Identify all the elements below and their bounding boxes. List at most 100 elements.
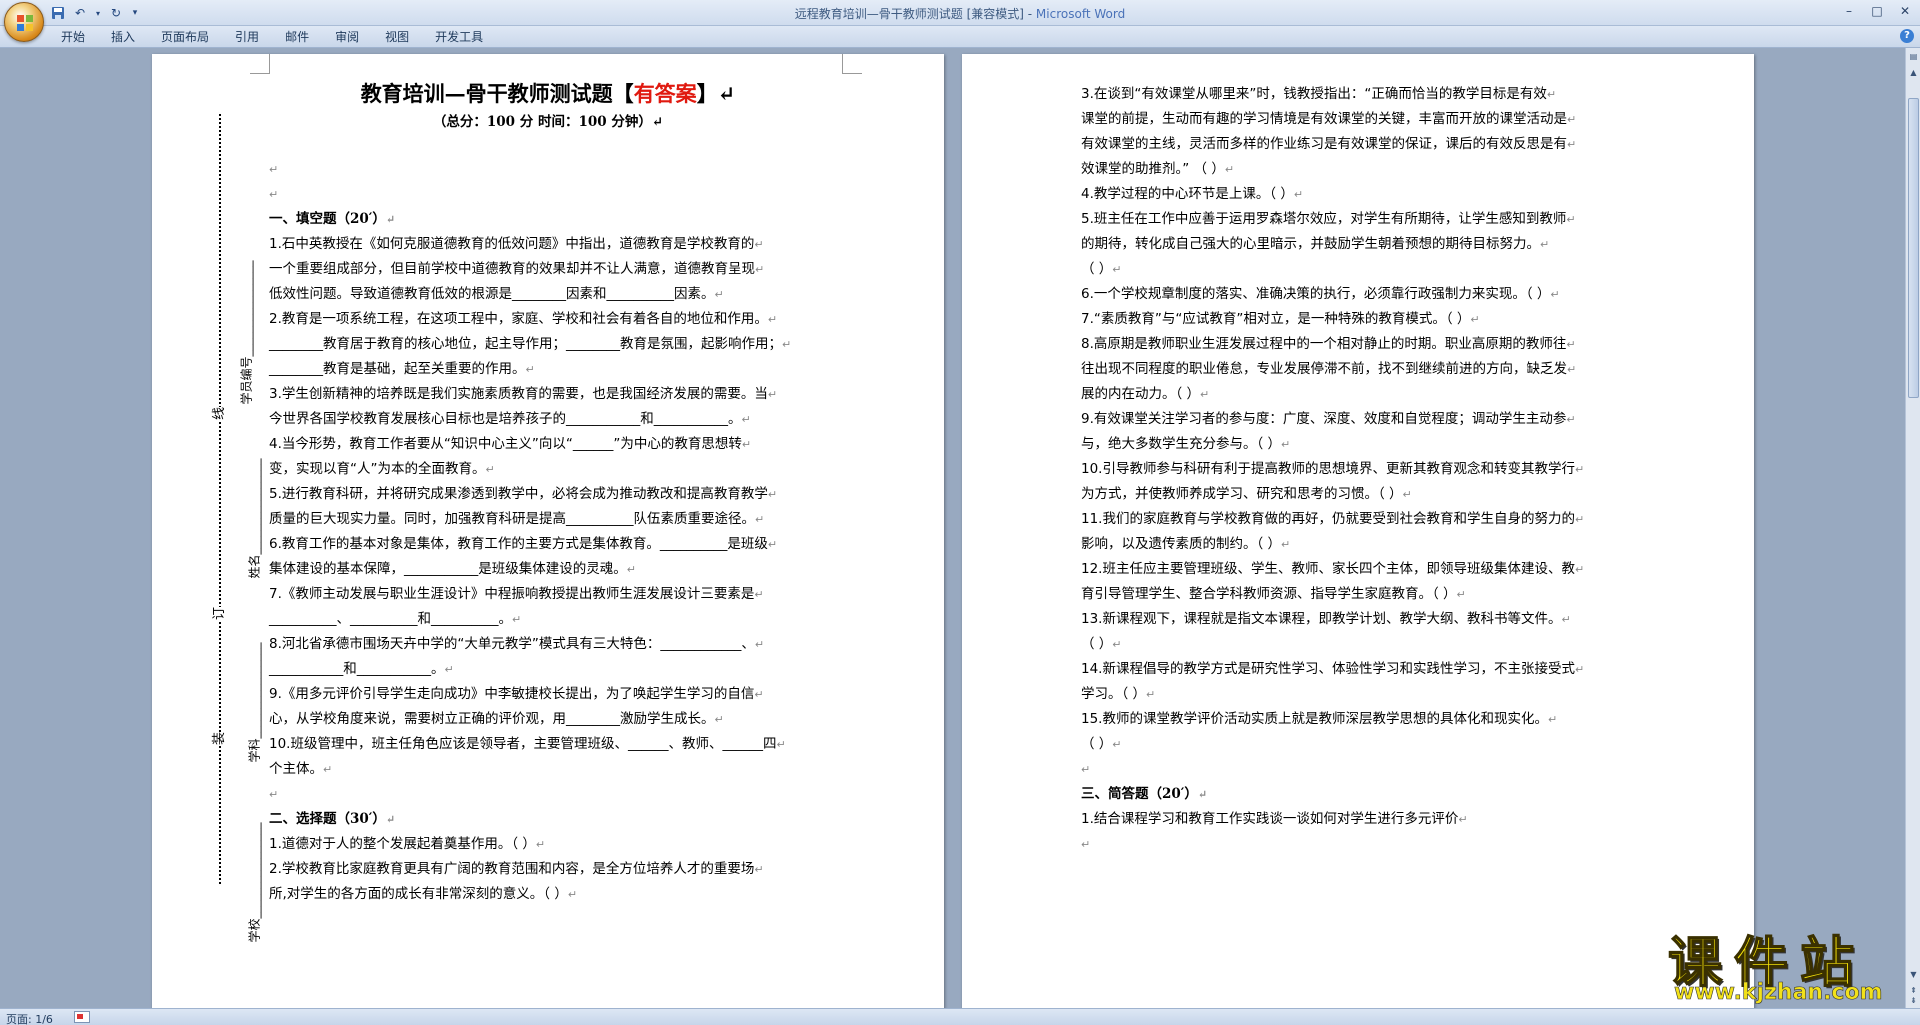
binding-margin: 学员编号________________ 姓名________________ …: [152, 114, 262, 943]
paragraph-mark-icon: ↵: [626, 563, 636, 576]
paragraph: （ ）↵: [1081, 257, 1675, 282]
page-1-body[interactable]: ↵ ↵ 一、填空题（20′）↵ 1.石中英教授在《如何克服道德教育的低效问题》中指出，…: [269, 157, 863, 907]
window-title: 远程教育培训—骨干教师测试题 [兼容模式] - Microsoft Word: [0, 5, 1920, 22]
paragraph-text: 一个重要组成部分，但目前学校中道德教育的效果却并不让人满意，道德教育呈现: [269, 261, 755, 277]
paragraph-text: 三、简答题（20′）: [1081, 786, 1198, 802]
paragraph-mark-icon: ↵: [567, 888, 578, 901]
paragraph: ↵: [269, 182, 863, 207]
paragraph-text: 变，实现以育“人”为本的全面教育。: [269, 461, 486, 477]
paragraph-mark-icon: ↵: [269, 188, 279, 201]
paragraph-mark-icon: ↵: [1281, 538, 1291, 551]
paragraph: 与，绝大多数学生充分参与。（ ）↵: [1081, 432, 1675, 457]
paragraph-text: 与，绝大多数学生充分参与。（ ）: [1081, 436, 1282, 452]
tab-home[interactable]: 开始: [48, 29, 98, 45]
paragraph: __________、__________和__________。↵: [269, 607, 863, 632]
ruler-toggle-icon[interactable]: ▤: [1907, 50, 1920, 64]
paragraph-text: ________教育居于教育的核心地位，起主导作用；________教育是氛围，…: [269, 336, 782, 352]
paragraph-text: 6.教育工作的基本对象是集体，教育工作的主要方式是集体教育。__________…: [269, 536, 768, 552]
paragraph: 10.引导教师参与科研有利于提高教师的思想境界、更新其教育观念和转变其教学行↵: [1081, 457, 1675, 482]
paragraph-mark-icon: ↵: [1146, 688, 1156, 701]
paragraph: ___________和___________。↵: [269, 657, 863, 682]
paragraph-mark-icon: ↵: [651, 114, 664, 130]
paragraph-mark-icon: ↵: [385, 213, 396, 226]
paragraph: 7.“素质教育”与“应试教育”相对立，是一种特殊的教育模式。（ ）↵: [1081, 307, 1675, 332]
paragraph: 2.学校教育比家庭教育更具有广阔的教育范围和内容，是全方位培养人才的重要场↵: [269, 857, 863, 882]
page-1[interactable]: 教育培训—骨干教师测试题【有答案】↵ （总分：100 分 时间：100 分钟）↵…: [152, 54, 944, 1008]
paragraph-text: 个主体。: [269, 761, 323, 777]
paragraph-mark-icon: ↵: [1547, 713, 1558, 726]
paragraph: 今世界各国学校教育发展核心目标也是培养孩子的___________和______…: [269, 407, 863, 432]
paragraph-mark-icon: ↵: [755, 263, 765, 276]
paragraph: 低效性问题。导致道德教育低效的根源是________因素和__________因…: [269, 282, 863, 307]
paragraph-mark-icon: ↵: [782, 338, 792, 351]
tab-page-layout[interactable]: 页面布局: [148, 29, 222, 45]
paragraph-mark-icon: ↵: [754, 238, 764, 251]
tab-review[interactable]: 审阅: [322, 29, 372, 45]
tab-insert[interactable]: 插入: [98, 29, 148, 45]
binding-line: [219, 114, 221, 884]
paragraph-text: （ ）: [1081, 736, 1113, 752]
binding-label-text: 姓名: [247, 554, 262, 579]
binding-char-line: 线: [208, 406, 228, 421]
help-icon[interactable]: ?: [1900, 29, 1914, 43]
status-bar: 页面: 1/6: [0, 1008, 1920, 1025]
paragraph-mark-icon: ↵: [385, 813, 396, 826]
paragraph: 集体建设的基本保障，___________是班级集体建设的灵魂。↵: [269, 557, 863, 582]
document-area[interactable]: 教育培训—骨干教师测试题【有答案】↵ （总分：100 分 时间：100 分钟）↵…: [0, 48, 1905, 1008]
scroll-up-icon[interactable]: ▲: [1907, 66, 1920, 80]
paragraph-text: 9.《用多元评价引导学生走向成功》中李敏捷校长提出，为了唤起学生学习的自信: [269, 686, 755, 702]
paragraph-text: 有效课堂的主线，灵活而多样的作业练习是有效课堂的保证，课后的有效反思是有: [1081, 136, 1567, 152]
paragraph: 变，实现以育“人”为本的全面教育。↵: [269, 457, 863, 482]
paragraph: ↵: [1081, 832, 1675, 857]
paragraph-mark-icon: ↵: [714, 713, 724, 726]
paragraph: 1.石中英教授在《如何克服道德教育的低效问题》中指出，道德教育是学校教育的↵: [269, 232, 863, 257]
office-button[interactable]: [4, 2, 44, 42]
paragraph-mark-icon: ↵: [1281, 438, 1291, 451]
paragraph: ________教育是基础，起至关重要的作用。↵: [269, 357, 863, 382]
paragraph-text: 2.教育是一项系统工程，在这项工程中，家庭、学校和社会有着各自的地位和作用。: [269, 311, 768, 327]
page-count[interactable]: 页面: 1/6: [6, 1011, 53, 1025]
paragraph-mark-icon: ↵: [767, 488, 778, 501]
paragraph-text: 1.石中英教授在《如何克服道德教育的低效问题》中指出，道德教育是学校教育的: [269, 236, 755, 252]
paragraph-mark-icon: ↵: [1550, 288, 1560, 301]
paragraph-mark-icon: ↵: [1470, 313, 1480, 326]
paragraph-mark-icon: ↵: [754, 638, 765, 651]
tab-developer[interactable]: 开发工具: [422, 29, 496, 45]
paragraph-mark-icon: ↵: [1293, 188, 1304, 201]
paragraph-mark-icon: ↵: [1546, 88, 1557, 101]
paragraph-mark-icon: ↵: [1458, 813, 1468, 826]
paragraph-text: ___________和___________。: [269, 661, 445, 677]
doc-title-main: 教育培训—骨干教师测试题【: [360, 81, 634, 106]
maximize-icon[interactable]: □: [1864, 1, 1890, 21]
paragraph-mark-icon: ↵: [741, 413, 751, 426]
paragraph-mark-icon: ↵: [1574, 663, 1585, 676]
paragraph-mark-icon: ↵: [767, 313, 778, 326]
paragraph: 4.当今形势，教育工作者要从“知识中心主义”向以“______”为中心的教育思想…: [269, 432, 863, 457]
paragraph-mark-icon: ↵: [754, 688, 764, 701]
paragraph-text: 7.《教师主动发展与职业生涯设计》中程振响教授提出教师生涯发展设计三要素是: [269, 586, 755, 602]
minimize-icon[interactable]: –: [1836, 1, 1862, 21]
tab-mailings[interactable]: 邮件: [272, 29, 322, 45]
paragraph: 3.在谈到“有效课堂从哪里来”时，钱教授指出：“正确而恰当的教学目标是有效↵: [1081, 82, 1675, 107]
paragraph-text: 7.“素质教育”与“应试教育”相对立，是一种特殊的教育模式。（ ）: [1081, 311, 1471, 327]
paragraph-text: 15.教师的课堂教学评价活动实质上就是教师深层教学思想的具体化和现实化。: [1081, 711, 1548, 727]
paragraph-text: 11.我们的家庭教育与学校教育做的再好，仍就要受到社会教育和学生自身的努力的: [1081, 511, 1575, 527]
paragraph: 11.我们的家庭教育与学校教育做的再好，仍就要受到社会教育和学生自身的努力的↵: [1081, 507, 1675, 532]
page-2[interactable]: 3.在谈到“有效课堂从哪里来”时，钱教授指出：“正确而恰当的教学目标是有效↵ 课堂…: [962, 54, 1754, 1008]
paragraph-text: 为方式，并使教师养成学习、研究和思考的习惯。（ ）: [1081, 486, 1403, 502]
paragraph-mark-icon: ↵: [767, 388, 778, 401]
paragraph: 7.《教师主动发展与职业生涯设计》中程振响教授提出教师生涯发展设计三要素是↵: [269, 582, 863, 607]
paragraph: 展的内在动力。（ ）↵: [1081, 382, 1675, 407]
page-2-body[interactable]: 3.在谈到“有效课堂从哪里来”时，钱教授指出：“正确而恰当的教学目标是有效↵ 课堂…: [1081, 82, 1675, 857]
crop-mark: [250, 54, 270, 74]
vertical-scrollbar[interactable]: ▤ ▲ ▼ ⇞ ⇟: [1905, 48, 1920, 1008]
tab-view[interactable]: 视图: [372, 29, 422, 45]
tab-references[interactable]: 引用: [222, 29, 272, 45]
paragraph-text: 一、填空题（20′）: [269, 211, 386, 227]
binding-label-text: 学科: [247, 738, 262, 763]
paragraph-text: 4.教学过程的中心环节是上课。（ ）: [1081, 186, 1294, 202]
close-icon[interactable]: ✕: [1892, 1, 1918, 21]
proofing-icon[interactable]: [74, 1011, 90, 1023]
binding-label-text: 学员编号: [239, 356, 254, 405]
scrollbar-thumb[interactable]: [1908, 98, 1919, 398]
